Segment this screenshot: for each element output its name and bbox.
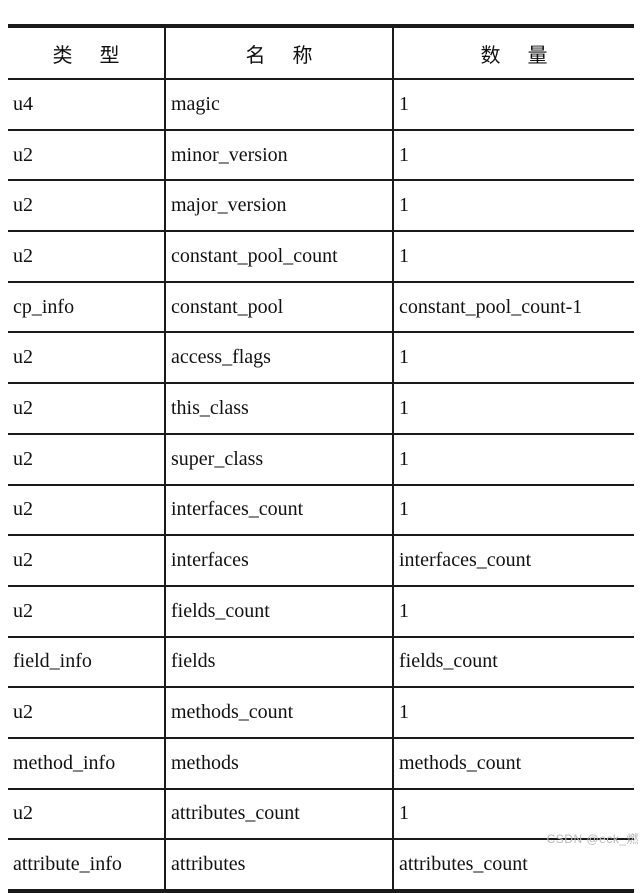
cell-type: u2: [8, 585, 166, 638]
cell-type: attribute_info: [8, 839, 166, 893]
cell-type: u2: [8, 180, 166, 233]
cell-type: cp_info: [8, 281, 166, 334]
cell-count: 1: [393, 585, 634, 638]
column-header-name: 名 称: [165, 24, 394, 80]
cell-name: super_class: [165, 433, 394, 486]
cell-count: methods_count: [393, 737, 634, 790]
cell-name: magic: [165, 79, 394, 131]
cell-name: constant_pool: [165, 281, 394, 334]
table-row: u2 access_flags 1: [8, 332, 634, 385]
cell-type: u4: [8, 79, 166, 131]
cell-name: attributes: [165, 839, 394, 893]
cell-count: interfaces_count: [393, 535, 634, 587]
cell-count: attributes_count: [393, 839, 634, 893]
cell-type: u2: [8, 433, 166, 486]
table-row: u2 attributes_count 1: [8, 788, 634, 841]
cell-name: fields: [165, 636, 394, 689]
cell-name: minor_version: [165, 129, 394, 182]
cell-name: fields_count: [165, 585, 394, 638]
cell-name: this_class: [165, 383, 394, 435]
cell-name: attributes_count: [165, 788, 394, 841]
cell-count: 1: [393, 231, 634, 283]
cell-count: fields_count: [393, 636, 634, 689]
table-row: attribute_info attributes attributes_count: [8, 839, 634, 893]
class-file-structure-table-container: 类 型 名 称 数 量 u4 magic 1 u2 minor_version 1 u2 ma…: [8, 24, 634, 893]
cell-name: interfaces: [165, 535, 394, 587]
cell-type: u2: [8, 332, 166, 385]
table-row: cp_info constant_pool constant_pool_count-…: [8, 281, 634, 334]
table-row: u2 minor_version 1: [8, 129, 634, 182]
table-header-row: 类 型 名 称 数 量: [8, 24, 634, 80]
table-row: u2 fields_count 1: [8, 585, 634, 638]
cell-type: method_info: [8, 737, 166, 790]
cell-name: major_version: [165, 180, 394, 233]
class-file-structure-table: 类 型 名 称 数 量 u4 magic 1 u2 minor_version 1 u2 ma…: [8, 24, 634, 893]
cell-count: 1: [393, 129, 634, 182]
cell-name: methods_count: [165, 687, 394, 739]
cell-name: interfaces_count: [165, 484, 394, 537]
cell-count: constant_pool_count-1: [393, 281, 634, 334]
cell-count: 1: [393, 433, 634, 486]
cell-count: 1: [393, 332, 634, 385]
table-header: 类 型 名 称 数 量: [8, 24, 634, 80]
cell-count: 1: [393, 180, 634, 233]
table-body: u4 magic 1 u2 minor_version 1 u2 major_version 1…: [8, 79, 634, 893]
cell-count: 1: [393, 687, 634, 739]
cell-name: access_flags: [165, 332, 394, 385]
table-row: field_info fields fields_count: [8, 636, 634, 689]
cell-type: u2: [8, 129, 166, 182]
table-row: u2 major_version 1: [8, 180, 634, 233]
table-row: u2 super_class 1: [8, 433, 634, 486]
cell-type: u2: [8, 383, 166, 435]
csdn-watermark: CSDN @eck_燃: [546, 832, 639, 846]
cell-type: u2: [8, 484, 166, 537]
table-row: u2 methods_count 1: [8, 687, 634, 739]
cell-type: field_info: [8, 636, 166, 689]
cell-count: 1: [393, 79, 634, 131]
cell-type: u2: [8, 231, 166, 283]
table-row: method_info methods methods_count: [8, 737, 634, 790]
page-root: 类 型 名 称 数 量 u4 magic 1 u2 minor_version 1 u2 ma…: [0, 0, 643, 893]
column-header-count: 数 量: [393, 24, 634, 80]
cell-name: methods: [165, 737, 394, 790]
cell-type: u2: [8, 535, 166, 587]
table-row: u4 magic 1: [8, 79, 634, 131]
table-row: u2 interfaces_count 1: [8, 484, 634, 537]
table-row: u2 this_class 1: [8, 383, 634, 435]
table-row: u2 interfaces interfaces_count: [8, 535, 634, 587]
table-row: u2 constant_pool_count 1: [8, 231, 634, 283]
column-header-type: 类 型: [8, 24, 166, 80]
cell-name: constant_pool_count: [165, 231, 394, 283]
cell-type: u2: [8, 788, 166, 841]
cell-count: 1: [393, 383, 634, 435]
cell-count: 1: [393, 484, 634, 537]
cell-type: u2: [8, 687, 166, 739]
